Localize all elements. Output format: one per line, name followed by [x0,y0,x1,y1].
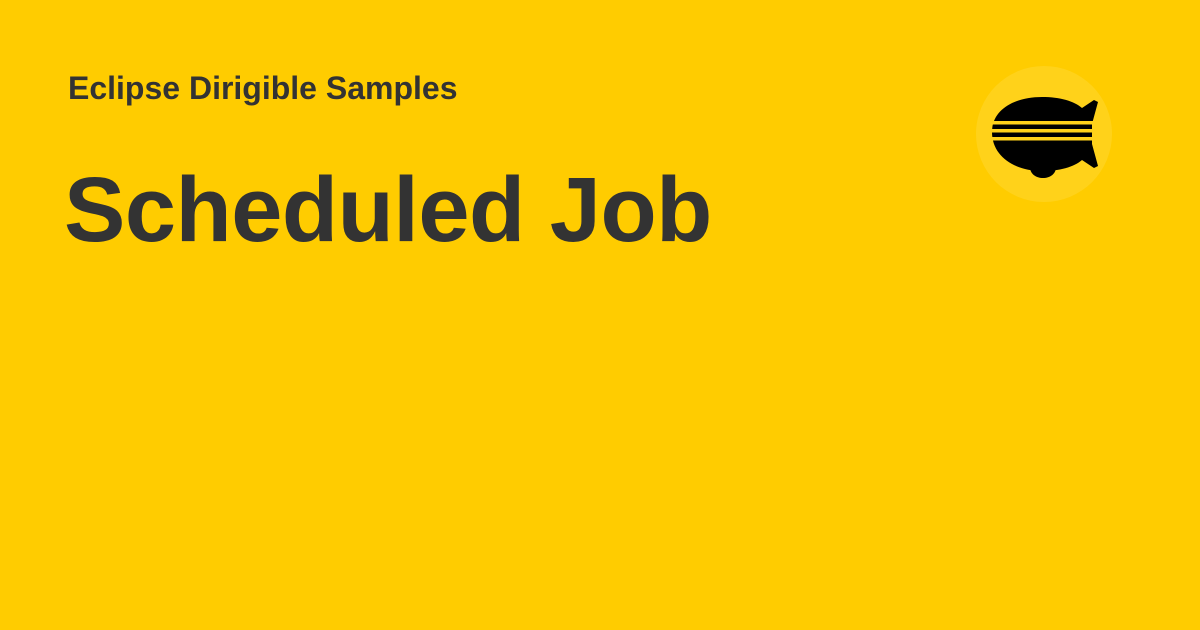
dirigible-airship-icon [976,66,1112,202]
site-name: Eclipse Dirigible Samples [68,70,458,106]
social-card: Eclipse Dirigible Samples Scheduled Job [0,0,1200,630]
page-title: Scheduled Job [64,159,712,261]
logo [974,64,1114,204]
